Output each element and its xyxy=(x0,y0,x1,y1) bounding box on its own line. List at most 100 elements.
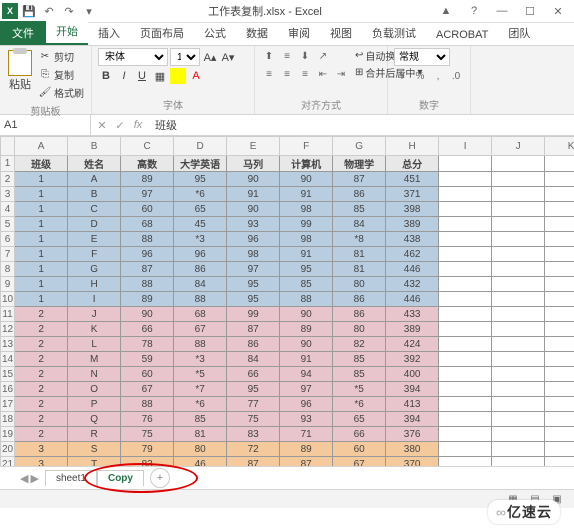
cell[interactable]: 413 xyxy=(386,397,439,412)
cell[interactable]: 46 xyxy=(174,457,227,467)
cell[interactable] xyxy=(439,457,492,467)
cell[interactable]: 370 xyxy=(386,457,439,467)
cell[interactable]: 1 xyxy=(15,202,68,217)
cell[interactable] xyxy=(545,292,574,307)
cell[interactable]: 90 xyxy=(227,172,280,187)
cell[interactable]: 1 xyxy=(15,247,68,262)
cell[interactable]: 88 xyxy=(174,337,227,352)
cell[interactable]: 68 xyxy=(174,307,227,322)
col-header[interactable]: E xyxy=(227,137,280,156)
tab-loadtest[interactable]: 负载测试 xyxy=(362,21,426,45)
cell[interactable] xyxy=(492,457,545,467)
number-format-select[interactable]: 常规 xyxy=(394,48,450,66)
cell[interactable]: 2 xyxy=(15,412,68,427)
cell[interactable] xyxy=(545,412,574,427)
cell[interactable] xyxy=(545,262,574,277)
row-header[interactable]: 10 xyxy=(1,292,15,307)
cell[interactable]: 86 xyxy=(333,187,386,202)
cell[interactable]: R xyxy=(68,427,121,442)
cell[interactable]: 98 xyxy=(280,232,333,247)
row-header[interactable]: 8 xyxy=(1,262,15,277)
cell[interactable]: O xyxy=(68,382,121,397)
cell[interactable]: 65 xyxy=(174,202,227,217)
cell[interactable] xyxy=(545,202,574,217)
cell[interactable]: 89 xyxy=(280,322,333,337)
cell[interactable] xyxy=(545,427,574,442)
name-box[interactable]: A1 xyxy=(0,115,91,135)
cell[interactable]: 91 xyxy=(227,187,280,202)
cell[interactable]: 86 xyxy=(333,307,386,322)
cell[interactable]: 91 xyxy=(280,187,333,202)
cell[interactable]: 1 xyxy=(15,187,68,202)
cell[interactable]: 424 xyxy=(386,337,439,352)
cell[interactable] xyxy=(492,442,545,457)
cell[interactable]: 95 xyxy=(174,172,227,187)
cell[interactable]: M xyxy=(68,352,121,367)
cell[interactable]: 432 xyxy=(386,277,439,292)
cell[interactable]: 398 xyxy=(386,202,439,217)
col-header[interactable]: J xyxy=(492,137,545,156)
cell[interactable]: H xyxy=(68,277,121,292)
cell[interactable] xyxy=(545,352,574,367)
cell[interactable]: 93 xyxy=(227,217,280,232)
cell[interactable]: 80 xyxy=(333,322,386,337)
cell[interactable]: 89 xyxy=(121,292,174,307)
cell[interactable]: 60 xyxy=(333,442,386,457)
cell[interactable]: 83 xyxy=(227,427,280,442)
col-header[interactable]: B xyxy=(68,137,121,156)
cell[interactable] xyxy=(439,202,492,217)
tab-view[interactable]: 视图 xyxy=(320,21,362,45)
cell[interactable]: 96 xyxy=(227,232,280,247)
format-painter-button[interactable]: 🖌格式刷 xyxy=(38,84,85,101)
cell[interactable]: 2 xyxy=(15,352,68,367)
sheet-tab-sheet1[interactable]: sheet1 xyxy=(45,470,97,486)
cell[interactable]: 66 xyxy=(121,322,174,337)
cell[interactable] xyxy=(492,247,545,262)
cell[interactable] xyxy=(545,277,574,292)
cell[interactable]: 1 xyxy=(15,262,68,277)
cell[interactable] xyxy=(439,172,492,187)
cell[interactable]: 66 xyxy=(333,427,386,442)
cell[interactable] xyxy=(439,217,492,232)
cell[interactable]: 88 xyxy=(280,292,333,307)
cell[interactable]: 高数 xyxy=(121,156,174,172)
cell[interactable]: 71 xyxy=(280,427,333,442)
qat-undo-icon[interactable]: ↶ xyxy=(40,2,58,20)
cell[interactable]: 86 xyxy=(174,262,227,277)
cell[interactable]: 86 xyxy=(333,292,386,307)
cell[interactable]: 总分 xyxy=(386,156,439,172)
cell[interactable]: 77 xyxy=(227,397,280,412)
cell[interactable]: 72 xyxy=(227,442,280,457)
cell[interactable] xyxy=(492,202,545,217)
cell[interactable]: 97 xyxy=(280,382,333,397)
col-header[interactable]: K xyxy=(545,137,574,156)
row-header[interactable]: 13 xyxy=(1,337,15,352)
cell[interactable] xyxy=(545,247,574,262)
cell[interactable] xyxy=(492,172,545,187)
close-icon[interactable]: ✕ xyxy=(544,1,572,21)
cell[interactable] xyxy=(492,337,545,352)
cell[interactable]: 80 xyxy=(174,442,227,457)
cell[interactable]: 1 xyxy=(15,172,68,187)
row-header[interactable]: 21 xyxy=(1,457,15,467)
cell[interactable]: 88 xyxy=(121,232,174,247)
cell[interactable]: C xyxy=(68,202,121,217)
cell[interactable]: 98 xyxy=(280,202,333,217)
cell[interactable] xyxy=(439,382,492,397)
cell[interactable]: 88 xyxy=(121,277,174,292)
cell[interactable]: 班级 xyxy=(15,156,68,172)
cell[interactable] xyxy=(545,172,574,187)
cell[interactable]: 计算机 xyxy=(280,156,333,172)
cell[interactable]: *6 xyxy=(333,397,386,412)
cell[interactable]: I xyxy=(68,292,121,307)
cell[interactable]: 75 xyxy=(227,412,280,427)
cell[interactable] xyxy=(492,382,545,397)
cell[interactable]: 394 xyxy=(386,382,439,397)
comma-icon[interactable]: , xyxy=(430,68,446,84)
cell[interactable] xyxy=(439,277,492,292)
col-header[interactable]: F xyxy=(280,137,333,156)
cell[interactable]: 90 xyxy=(280,307,333,322)
cell[interactable]: 371 xyxy=(386,187,439,202)
border-button[interactable]: ▦ xyxy=(152,68,168,84)
cell[interactable]: 380 xyxy=(386,442,439,457)
